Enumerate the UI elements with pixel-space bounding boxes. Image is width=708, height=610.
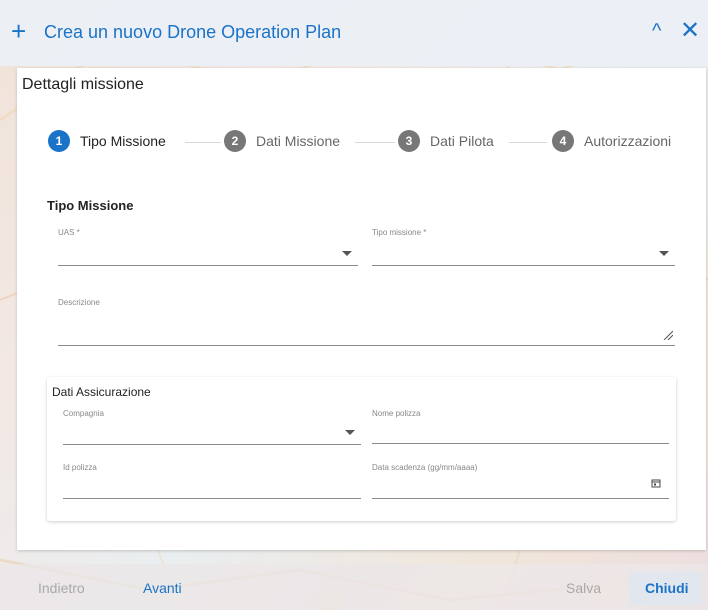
step-label: Autorizzazioni: [584, 133, 672, 149]
resize-handle-icon[interactable]: [663, 330, 673, 340]
insurance-title: Dati Assicurazione: [52, 385, 151, 399]
step-connector: [355, 142, 395, 143]
step-connector: [185, 142, 221, 143]
descrizione-textarea[interactable]: Descrizione: [58, 298, 675, 346]
id-polizza-label: Id polizza: [63, 463, 97, 472]
step-tipo-missione[interactable]: 1 Tipo Missione: [48, 130, 166, 152]
step-label: Dati Missione: [256, 133, 341, 149]
chiudi-button[interactable]: Chiudi: [629, 572, 702, 605]
field-underline: [63, 498, 361, 499]
field-underline: [372, 498, 669, 499]
dialog-header: + Crea un nuovo Drone Operation Plan ^ ✕: [0, 0, 708, 66]
chevron-up-icon[interactable]: ^: [652, 20, 661, 43]
close-icon[interactable]: ✕: [680, 17, 700, 45]
step-dati-missione[interactable]: 2 Dati Missione: [224, 130, 340, 152]
field-underline: [372, 265, 675, 266]
nome-polizza-label: Nome polizza: [372, 409, 421, 418]
step-label: Tipo Missione: [80, 133, 166, 149]
field-underline: [63, 444, 361, 445]
dialog-title: Crea un nuovo Drone Operation Plan: [44, 22, 342, 42]
tipo-missione-select[interactable]: Tipo missione *: [372, 228, 675, 266]
section-title: Tipo Missione: [47, 198, 134, 213]
uas-label: UAS *: [58, 228, 80, 237]
dropdown-arrow-icon[interactable]: [345, 430, 355, 435]
field-underline: [58, 265, 358, 266]
dialog-footer: Indietro Avanti Salva Chiudi: [0, 564, 708, 610]
chiudi-label: Chiudi: [645, 580, 689, 596]
mission-details-card: Dettagli missione 1 Tipo Missione 2 Dati…: [17, 68, 706, 550]
step-number: 2: [224, 130, 246, 152]
id-polizza-input[interactable]: Id polizza: [63, 463, 361, 499]
compagnia-select[interactable]: Compagnia: [63, 409, 361, 445]
salva-button[interactable]: Salva: [566, 580, 601, 596]
step-number: 4: [552, 130, 574, 152]
field-underline: [372, 443, 669, 444]
insurance-card: Dati Assicurazione Compagnia Nome polizz…: [47, 377, 676, 521]
step-number: 3: [398, 130, 420, 152]
indietro-button[interactable]: Indietro: [38, 580, 85, 596]
dropdown-arrow-icon[interactable]: [659, 251, 669, 256]
step-number: 1: [48, 130, 70, 152]
tipo-missione-label: Tipo missione *: [372, 228, 427, 237]
step-connector: [509, 142, 547, 143]
descrizione-label: Descrizione: [58, 298, 100, 307]
card-title: Dettagli missione: [22, 76, 144, 93]
data-scadenza-input[interactable]: Data scadenza (gg/mm/aaaa): [372, 463, 669, 499]
compagnia-label: Compagnia: [63, 409, 104, 418]
calendar-icon[interactable]: [651, 478, 661, 488]
dropdown-arrow-icon[interactable]: [342, 251, 352, 256]
data-scadenza-label: Data scadenza (gg/mm/aaaa): [372, 463, 478, 472]
step-autorizzazioni[interactable]: 4 Autorizzazioni: [552, 130, 671, 152]
uas-select[interactable]: UAS *: [58, 228, 358, 266]
step-dati-pilota[interactable]: 3 Dati Pilota: [398, 130, 494, 152]
step-label: Dati Pilota: [430, 133, 494, 149]
field-underline: [58, 345, 675, 346]
avanti-button[interactable]: Avanti: [143, 580, 182, 596]
plus-icon[interactable]: +: [11, 17, 26, 45]
nome-polizza-input[interactable]: Nome polizza: [372, 409, 669, 444]
